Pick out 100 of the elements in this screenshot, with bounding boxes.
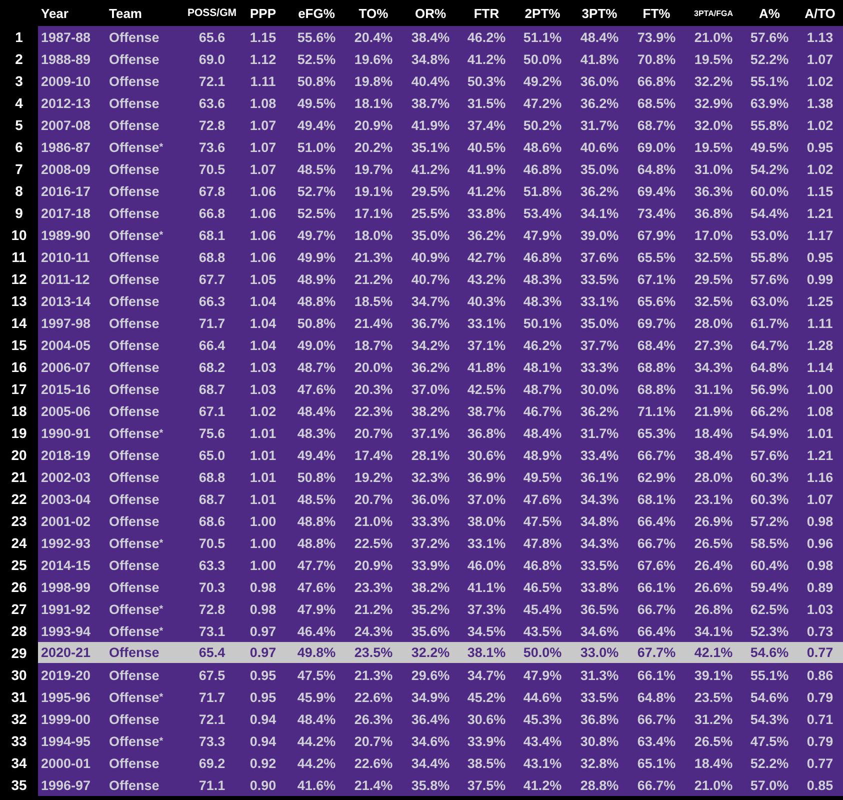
table-cell: 24.3% [345,620,402,642]
table-cell: 28.0% [685,466,742,488]
table-cell: 1.03 [238,356,288,378]
table-cell: 18.7% [345,334,402,356]
table-cell: 34.8% [402,48,459,70]
table-cell: 26.4% [685,554,742,576]
table-cell: Offense [106,246,186,268]
table-cell: 31.3% [571,664,628,686]
table-cell: 20.4% [345,26,402,48]
table-cell: Offense [106,444,186,466]
table-cell: 55.1% [742,70,797,92]
table-cell: 47.5% [742,730,797,752]
table-cell: Offense [106,180,186,202]
table-cell: 21.0% [685,774,742,796]
table-cell: 66.4 [186,334,238,356]
table-cell: 21.0% [345,510,402,532]
table-cell: 62.9% [628,466,685,488]
table-cell: 0.79 [797,686,843,708]
table-cell: 46.4% [288,620,345,642]
table-cell: 1999-00 [38,708,106,730]
table-cell: 1.06 [238,180,288,202]
table-cell: 38.5% [459,752,514,774]
table-cell: 33.0% [571,642,628,664]
table-cell: 18.4% [685,752,742,774]
table-cell: 0.86 [797,664,843,686]
table-cell: 21.4% [345,312,402,334]
table-cell: 1.03 [238,378,288,400]
table-cell: 37.1% [402,422,459,444]
table-cell: 65.6% [628,290,685,312]
table-cell: 36.9% [459,466,514,488]
table-cell: 1.06 [238,224,288,246]
table-cell: 0.97 [238,642,288,664]
table-cell: 1.01 [238,422,288,444]
table-cell: 36.2% [402,356,459,378]
table-cell: 59.4% [742,576,797,598]
table-cell: 32.0% [685,114,742,136]
table-cell: 45.9% [288,686,345,708]
table-cell: 2013-14 [38,290,106,312]
table-cell: 36.3% [685,180,742,202]
table-cell: 65.1% [628,752,685,774]
table-cell: 50.1% [514,312,571,334]
table-cell: Offense [106,708,186,730]
table-cell: 61.7% [742,312,797,334]
table-cell: 34.2% [402,334,459,356]
table-cell: 48.9% [288,268,345,290]
table-cell: Offense [106,774,186,796]
table-cell: 31.2% [685,708,742,730]
table-cell: 2006-07 [38,356,106,378]
table-cell: 28.8% [571,774,628,796]
table-cell: 1.07 [797,488,843,510]
table-cell: 52.5% [288,202,345,224]
table-cell: 21.4% [345,774,402,796]
table-cell: 71.1% [628,400,685,422]
table-cell: 48.7% [514,378,571,400]
table-cell: Offense [106,576,186,598]
table-cell: 1.12 [238,48,288,70]
table-cell: 67.5 [186,664,238,686]
table-cell: 0.77 [797,752,843,774]
table-cell: 26.5% [685,532,742,554]
table-cell: 1.16 [797,466,843,488]
table-cell: 65.6 [186,26,238,48]
table-cell: 20.3% [345,378,402,400]
table-cell: 55.1% [742,664,797,686]
table-cell: 52.5% [288,48,345,70]
table-cell: 57.6% [742,444,797,466]
table-cell: 41.9% [459,158,514,180]
table-cell: 0.96 [797,532,843,554]
table-cell: 73.3 [186,730,238,752]
table-cell: 46.2% [459,26,514,48]
table-cell: 46.8% [514,246,571,268]
table-cell: 48.8% [288,510,345,532]
table-cell: 48.7% [288,356,345,378]
table-cell: 26.3% [345,708,402,730]
table-cell: 41.2% [402,158,459,180]
table-cell: 48.3% [514,290,571,312]
table-cell: 38.7% [459,400,514,422]
table-cell: 1.00 [797,378,843,400]
table-cell: 26.9% [685,510,742,532]
table-cell: 35.2% [402,598,459,620]
table-cell: 23.5% [685,686,742,708]
table-cell: 35.0% [402,224,459,246]
table-cell: 69.2 [186,752,238,774]
table-cell: 68.8 [186,246,238,268]
table-cell: 35.0% [571,312,628,334]
table-cell: 54.3% [742,708,797,730]
table-cell: 1991-92 [38,598,106,620]
table-cell: 73.9% [628,26,685,48]
table-cell: 67.8 [186,180,238,202]
table-cell: 1.38 [797,92,843,114]
table-cell: 41.1% [459,576,514,598]
table-cell: 66.4% [628,510,685,532]
table-cell: 41.6% [288,774,345,796]
table-cell: 56.9% [742,378,797,400]
table-cell: 32.5% [685,290,742,312]
table-cell: 68.4% [628,334,685,356]
table-cell: 49.2% [514,70,571,92]
table-cell: Offense [106,642,186,664]
table-cell: 2019-20 [38,664,106,686]
table-cell: 47.6% [288,576,345,598]
table-cell: 21.2% [345,598,402,620]
